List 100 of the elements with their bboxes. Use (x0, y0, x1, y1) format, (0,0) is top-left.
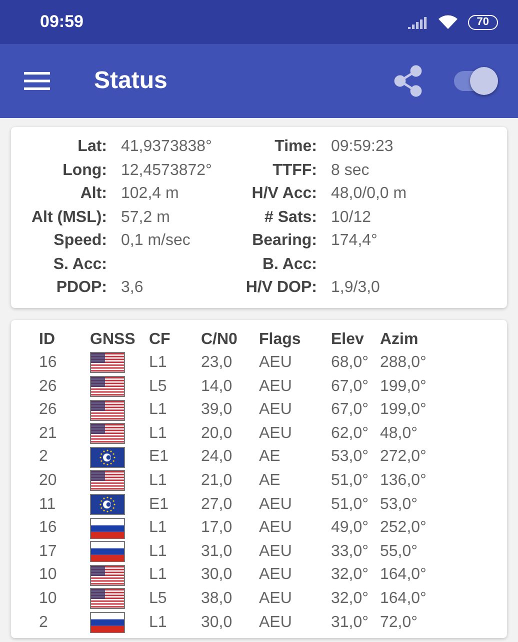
table-cell-text: 11 (39, 494, 57, 515)
table-cell-text: 20 (39, 471, 58, 492)
table-cell-text: 49,0° (331, 518, 370, 538)
table-cell-text: E1 (149, 494, 170, 515)
field-label: Long: (62, 160, 107, 180)
field-value: 0,1 m/sec (121, 231, 192, 251)
table-cell-text: L5 (149, 376, 168, 397)
share-icon[interactable] (392, 65, 424, 97)
flag-icon (90, 612, 125, 633)
table-cell-text: 23,0 (201, 353, 234, 374)
table-cell-text: L1 (149, 400, 168, 420)
field-label: H/V DOP: (244, 278, 317, 298)
flag-icon (90, 494, 125, 515)
table-cell-text: 62,0° (331, 424, 370, 444)
table-cell-text: 72,0° (380, 612, 419, 633)
table-cell-text: 26 (39, 400, 58, 420)
table-cell-text: 252,0° (380, 518, 428, 538)
field-label: S. Acc: (52, 254, 107, 274)
flag-icon (90, 400, 125, 421)
field-label: Alt (MSL): (30, 208, 107, 228)
field-value: 09:59:23 (331, 137, 394, 157)
column-header: Flags (259, 330, 302, 350)
table-cell-text: 31,0 (201, 542, 234, 562)
table-cell-text: 164,0° (380, 565, 428, 586)
field-label: Speed: (52, 231, 107, 251)
flag-icon (90, 446, 125, 468)
table-cell-text: 16 (39, 518, 58, 538)
table-cell-text: AEU (259, 494, 293, 515)
clock: 09:59 (40, 12, 84, 32)
table-cell-text: 53,0° (380, 494, 419, 515)
table-cell-text: 51,0° (331, 471, 370, 492)
field-value: 102,4 m (121, 184, 180, 204)
table-cell-text: 16 (39, 353, 58, 374)
field-value: 41,9373838° (121, 137, 213, 157)
field-label: Alt: (79, 184, 107, 204)
signal-icon (408, 15, 428, 29)
table-cell-text: 10 (39, 589, 58, 610)
field-value: 8 sec (331, 160, 370, 180)
table-cell-text: AE (259, 471, 282, 492)
table-cell-text: 26 (39, 376, 58, 397)
table-cell-text: 51,0° (331, 494, 370, 515)
table-cell-text: 32,0° (331, 589, 370, 610)
table-cell-text: AEU (259, 612, 293, 633)
column-header: Azim (380, 330, 420, 350)
table-cell-text: L1 (149, 518, 168, 538)
flag-icon (90, 541, 125, 562)
column-header: Elev (331, 330, 365, 350)
table-cell-text: 30,0 (201, 565, 234, 586)
table-cell-text: 272,0° (380, 447, 428, 468)
table-cell-text: 17 (39, 542, 58, 562)
field-value: 12,4573872° (121, 160, 213, 180)
table-cell-text: 10 (39, 565, 58, 586)
table-cell-text: 67,0° (331, 376, 370, 397)
field-value: 3,6 (121, 278, 144, 298)
field-label: B. Acc: (261, 254, 317, 274)
field-label: TTFF: (272, 160, 317, 180)
table-cell-text: AEU (259, 424, 293, 444)
flag-icon (90, 588, 125, 610)
table-cell-text: 199,0° (380, 376, 428, 397)
table-cell-text: 53,0° (331, 447, 370, 468)
table-cell-text: L5 (149, 589, 168, 610)
flag-icon (90, 352, 125, 374)
field-value: 174,4° (331, 231, 378, 251)
table-cell-text: 164,0° (380, 589, 428, 610)
table-cell-text: AEU (259, 400, 293, 420)
flag-icon (90, 376, 125, 397)
table-cell-text: L1 (149, 424, 168, 444)
table-cell-text: 17,0 (201, 518, 234, 538)
field-value: 57,2 m (121, 208, 171, 228)
table-cell-text: 2 (39, 447, 49, 468)
table-cell-text: 136,0° (380, 471, 428, 492)
table-cell-text: 27,0 (201, 494, 234, 515)
flag-icon (90, 470, 125, 492)
column-header: CF (149, 330, 172, 350)
menu-icon[interactable] (24, 71, 50, 91)
table-cell-text: 14,0 (201, 376, 234, 397)
table-cell-text: 21 (39, 424, 58, 444)
field-label: # Sats: (264, 208, 317, 228)
field-label: PDOP: (55, 278, 107, 298)
battery-icon: 70 (468, 14, 498, 30)
table-cell-text: 39,0 (201, 400, 234, 420)
table-cell-text: AEU (259, 518, 293, 538)
table-cell-text: 30,0 (201, 612, 234, 633)
table-cell-text: 68,0° (331, 353, 370, 374)
table-cell-text: 24,0 (201, 447, 234, 468)
wifi-icon (438, 14, 458, 30)
table-cell-text: AEU (259, 353, 293, 374)
table-cell-text: 55,0° (380, 542, 419, 562)
table-cell-text: 32,0° (331, 565, 370, 586)
table-cell-text: L1 (149, 471, 168, 492)
flag-icon (90, 423, 125, 444)
table-cell-text: AEU (259, 565, 293, 586)
field-value: 48,0/0,0 m (331, 184, 408, 204)
column-header: GNSS (90, 330, 136, 350)
table-cell-text: E1 (149, 447, 170, 468)
screen-title: Status (94, 67, 168, 95)
column-header: ID (39, 330, 56, 350)
field-value: 1,9/3,0 (331, 278, 381, 298)
table-cell-text: AEU (259, 376, 293, 397)
table-cell-text: 20,0 (201, 424, 234, 444)
